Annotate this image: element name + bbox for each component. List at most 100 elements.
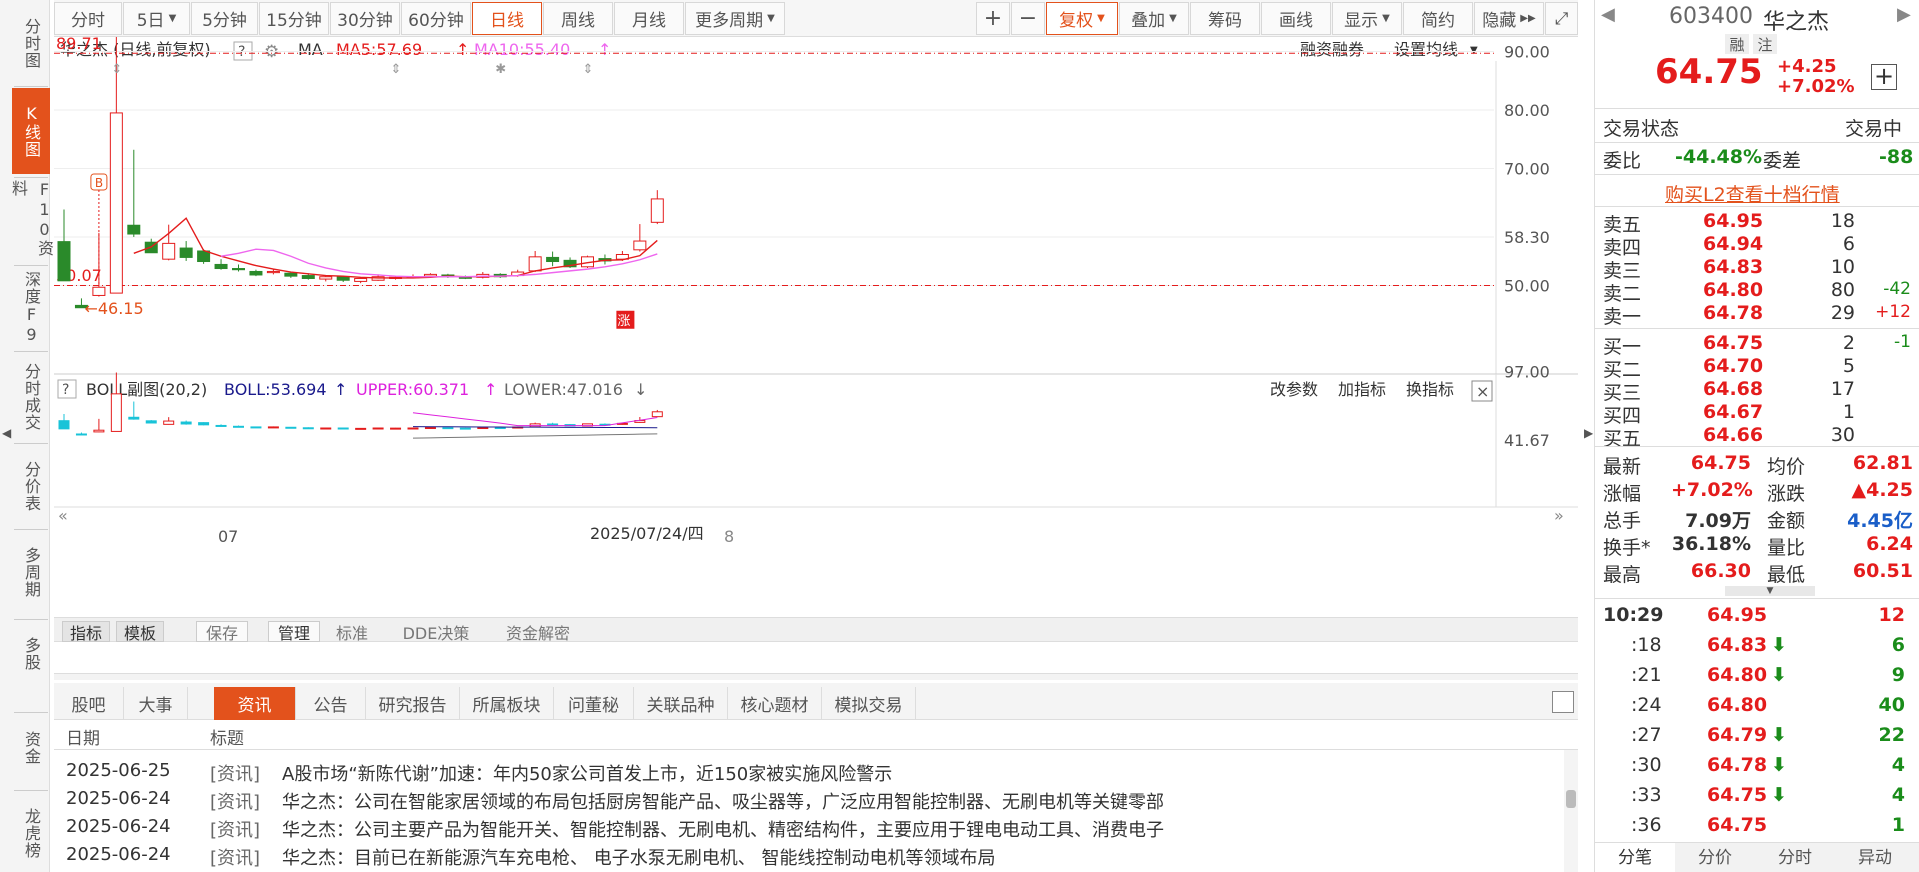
save-button[interactable]: 保存 bbox=[196, 621, 248, 643]
bid-row[interactable]: 买五 64.66 30 bbox=[1595, 424, 1919, 450]
tab-guba[interactable]: 股吧 bbox=[54, 687, 124, 720]
tab-related[interactable]: 关联品种 bbox=[634, 687, 728, 720]
period-15min[interactable]: 15分钟 bbox=[259, 2, 329, 35]
chips-button[interactable]: 筹码 bbox=[1190, 2, 1260, 35]
scroll-left-icon[interactable]: « bbox=[58, 506, 68, 525]
tab-yidong[interactable]: 异动 bbox=[1835, 843, 1915, 872]
nav-f10[interactable]: F10资料 bbox=[9, 180, 54, 262]
tick-row[interactable]: :24 64.80 40 bbox=[1595, 694, 1919, 724]
candle-body[interactable] bbox=[284, 272, 298, 277]
tick-row[interactable]: :30 64.78 ⬇ 4 bbox=[1595, 754, 1919, 784]
hide-button[interactable]: 隐藏 ▶▶ bbox=[1474, 2, 1544, 35]
event-marker-icon[interactable]: ✱ bbox=[495, 62, 506, 77]
bid-row[interactable]: 买二 64.70 5 bbox=[1595, 355, 1919, 381]
nav-fund[interactable]: 资金 bbox=[12, 718, 50, 778]
candle-body[interactable] bbox=[179, 247, 193, 258]
standard-tab[interactable]: 标准 bbox=[330, 621, 374, 643]
tick-row[interactable]: :27 64.79 ⬇ 22 bbox=[1595, 724, 1919, 754]
scroll-right-icon[interactable]: » bbox=[1554, 506, 1564, 525]
candle-body[interactable] bbox=[546, 256, 560, 263]
event-marker-icon[interactable]: ⇕ bbox=[583, 62, 594, 77]
period-monthly[interactable]: 月线 bbox=[614, 2, 684, 35]
period-weekly[interactable]: 周线 bbox=[543, 2, 613, 35]
news-row[interactable]: 2025-06-24 [资讯] 华之杰：公司主要产品为智能开关、智能控制器、无刷… bbox=[54, 816, 1574, 843]
nav-price-table[interactable]: 分价表 bbox=[12, 446, 50, 526]
period-5min[interactable]: 5分钟 bbox=[191, 2, 258, 35]
download-icon[interactable] bbox=[1552, 691, 1574, 713]
candle-body[interactable] bbox=[109, 112, 123, 294]
event-marker-icon[interactable]: ⇕ bbox=[391, 62, 402, 77]
candle-body[interactable] bbox=[301, 275, 315, 279]
kline-chart-area[interactable]: 华之杰 (日线,前复权) ? ⚙ MA MA5:57.69 ↑ MA10:55.… bbox=[54, 37, 1578, 617]
candle-body[interactable] bbox=[528, 256, 542, 272]
ask-row[interactable]: 卖三 64.83 10 bbox=[1595, 256, 1919, 282]
ask-row[interactable]: 卖二 64.80 80 -42 bbox=[1595, 279, 1919, 305]
tick-row[interactable]: :21 64.80 ⬇ 9 bbox=[1595, 664, 1919, 694]
nav-depth-f9[interactable]: 深度F9 bbox=[12, 268, 50, 348]
candle-body[interactable] bbox=[57, 241, 71, 282]
template-tab[interactable]: 模板 bbox=[116, 621, 164, 643]
tab-fenbi[interactable]: 分笔 bbox=[1595, 843, 1675, 872]
fullscreen-icon[interactable]: ⤢ bbox=[1545, 2, 1578, 35]
candle-body[interactable] bbox=[354, 277, 368, 282]
tab-announcements[interactable]: 公告 bbox=[296, 687, 366, 720]
zoom-in-button[interactable]: + bbox=[976, 2, 1010, 35]
dde-tab[interactable]: DDE决策 bbox=[396, 621, 476, 643]
bid-row[interactable]: 买三 64.68 17 bbox=[1595, 378, 1919, 404]
nav-lhb[interactable]: 龙虎榜 bbox=[12, 795, 50, 871]
news-row[interactable]: 2025-06-24 [资讯] 华之杰：目前已在新能源汽车充电枪、 电子水泵无刷… bbox=[54, 844, 1574, 871]
prev-stock-icon[interactable]: ◀ bbox=[1601, 4, 1615, 25]
collapse-left-icon[interactable]: ◀ bbox=[2, 426, 11, 440]
candle-body[interactable] bbox=[423, 273, 437, 277]
edit-params-button[interactable]: 改参数 bbox=[1270, 380, 1318, 399]
bid-row[interactable]: 买一 64.75 2 -1 bbox=[1595, 332, 1919, 358]
period-daily[interactable]: 日线 bbox=[472, 2, 542, 35]
tab-sim-trade[interactable]: 模拟交易 bbox=[822, 687, 916, 720]
candle-body[interactable] bbox=[458, 276, 472, 279]
add-indicator-button[interactable]: 加指标 bbox=[1338, 380, 1386, 399]
l2-link[interactable]: 购买L2查看十档行情 bbox=[1665, 180, 1840, 207]
period-30min[interactable]: 30分钟 bbox=[330, 2, 400, 35]
add-watchlist-button[interactable]: + bbox=[1871, 64, 1897, 90]
ask-row[interactable]: 卖四 64.94 6 bbox=[1595, 233, 1919, 259]
nav-multi-stock[interactable]: 多股 bbox=[12, 624, 50, 684]
tab-core-themes[interactable]: 核心题材 bbox=[728, 687, 822, 720]
candle-body[interactable] bbox=[162, 242, 176, 260]
candle-body[interactable] bbox=[633, 240, 647, 251]
period-5day[interactable]: 5日 ▼ bbox=[123, 2, 190, 35]
news-row[interactable]: 2025-06-24 [资讯] 华之杰：公司在智能家居领域的布局包括厨房智能产品… bbox=[54, 788, 1574, 815]
tab-events[interactable]: 大事 bbox=[124, 687, 188, 720]
event-marker-icon[interactable]: ⇕ bbox=[111, 62, 122, 77]
zoom-out-button[interactable]: − bbox=[1011, 2, 1045, 35]
ask-row[interactable]: 卖一 64.78 29 +12 bbox=[1595, 302, 1919, 328]
fuquan-dropdown[interactable]: 复权 ▼ bbox=[1046, 2, 1118, 35]
panel-splitter[interactable] bbox=[54, 673, 1578, 680]
nav-fenshi[interactable]: 分时图 bbox=[12, 2, 50, 84]
period-more[interactable]: 更多周期 ▼ bbox=[685, 2, 785, 35]
nav-multi-period[interactable]: 多周期 bbox=[12, 532, 50, 612]
collapse-right-icon[interactable]: ▶ bbox=[1584, 426, 1594, 440]
tick-row[interactable]: :18 64.83 ⬇ 6 bbox=[1595, 634, 1919, 664]
overlay-dropdown[interactable]: 叠加 ▼ bbox=[1119, 2, 1189, 35]
candle-body[interactable] bbox=[319, 276, 333, 280]
candle-body[interactable] bbox=[127, 224, 141, 235]
tab-sectors[interactable]: 所属板块 bbox=[460, 687, 554, 720]
news-scrollbar[interactable] bbox=[1564, 750, 1578, 872]
bid-row[interactable]: 买四 64.67 1 bbox=[1595, 401, 1919, 427]
manage-button[interactable]: 管理 bbox=[268, 621, 320, 643]
switch-indicator-button[interactable]: 换指标 bbox=[1406, 380, 1454, 399]
nav-fenshi-trade[interactable]: 分时成交 bbox=[12, 354, 50, 440]
tick-row[interactable]: :33 64.75 ⬇ 4 bbox=[1595, 784, 1919, 814]
kline-svg[interactable]: 华之杰 (日线,前复权) ? ⚙ MA MA5:57.69 ↑ MA10:55.… bbox=[54, 37, 1578, 617]
tick-row[interactable]: :36 64.75 1 bbox=[1595, 814, 1919, 844]
tab-research[interactable]: 研究报告 bbox=[366, 687, 460, 720]
candle-body[interactable] bbox=[650, 198, 664, 223]
candle-body[interactable] bbox=[197, 250, 211, 263]
expand-toggle-icon[interactable]: ▼ bbox=[1725, 586, 1815, 596]
candle-body[interactable] bbox=[249, 270, 263, 276]
simple-button[interactable]: 简约 bbox=[1403, 2, 1473, 35]
candle-body[interactable] bbox=[232, 268, 245, 271]
draw-button[interactable]: 画线 bbox=[1261, 2, 1331, 35]
indicator-tab[interactable]: 指标 bbox=[62, 621, 110, 643]
next-stock-icon[interactable]: ▶ bbox=[1897, 4, 1911, 25]
